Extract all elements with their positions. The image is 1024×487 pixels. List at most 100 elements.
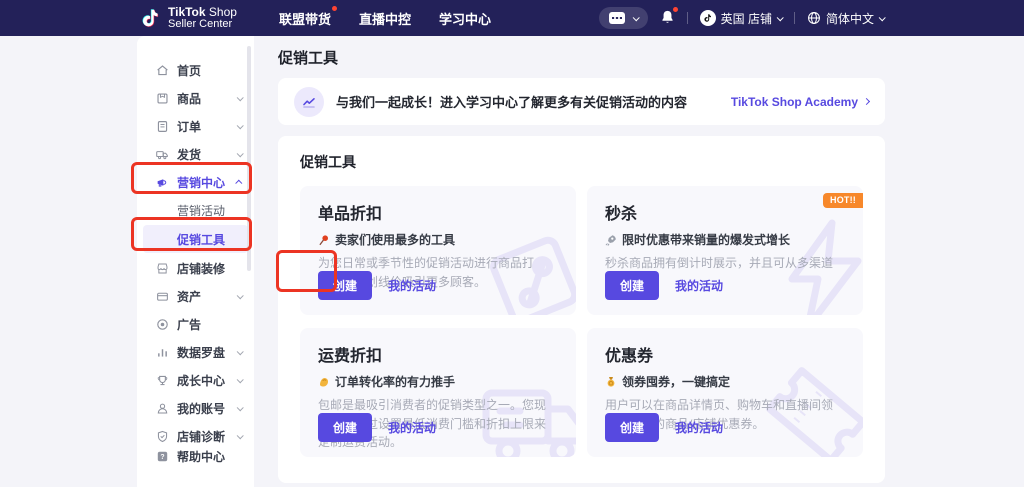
logo-text: TikTok Shop Seller Center	[168, 4, 237, 30]
hot-badge: HOT!!	[823, 193, 863, 208]
account-icon	[155, 401, 169, 415]
product-icon	[155, 91, 169, 105]
card-coupon: 优惠券 领券囤券，一键搞定 用户可以在商品详情页、购物车和直播间领取您创建的商品…	[587, 328, 863, 457]
chevron-down-icon	[878, 13, 886, 21]
sidebar-scrollbar[interactable]	[247, 46, 251, 271]
sidebar-item-analytics[interactable]: 数据罗盘	[137, 338, 254, 366]
shop-name: 英国 店铺	[720, 11, 772, 26]
messages-dropdown[interactable]	[598, 7, 648, 29]
growth-icon	[155, 373, 169, 387]
card-title: 秒杀	[605, 206, 638, 223]
my-activities-link[interactable]: 我的活动	[675, 419, 723, 436]
chart-icon	[155, 345, 169, 359]
divider	[793, 12, 795, 24]
orders-icon	[155, 119, 169, 133]
language-selector[interactable]: 简体中文	[807, 10, 886, 27]
rocket-icon	[605, 234, 616, 246]
card-flash-deal: HOT!! 秒杀 限时优惠带来销量的爆发式增长 秒杀商品拥有倒计时展示，并且可从…	[587, 186, 863, 315]
muscle-icon	[320, 377, 328, 386]
sidebar-item-products[interactable]: 商品	[137, 84, 254, 112]
chevron-down-icon	[632, 13, 640, 21]
ads-icon	[155, 317, 169, 331]
create-button[interactable]: 创建	[318, 413, 373, 442]
card-subtitle: 领券囤券，一键搞定	[605, 373, 845, 390]
my-activities-link[interactable]: 我的活动	[388, 277, 436, 294]
banner-text: 与我们一起成长！进入学习中心了解更多有关促销活动的内容	[336, 95, 688, 110]
divider	[686, 12, 688, 24]
nav-live-console[interactable]: 直播中控	[359, 9, 411, 28]
card-title: 单品折扣	[318, 206, 383, 223]
sidebar-item-ads[interactable]: 广告	[137, 310, 254, 338]
wallet-icon	[155, 289, 169, 303]
card-title: 运费折扣	[318, 348, 383, 365]
chevron-down-icon	[236, 347, 244, 355]
academy-banner: 与我们一起成长！进入学习中心了解更多有关促销活动的内容 TikTok Shop …	[278, 78, 885, 125]
sidebar-item-shop-decoration[interactable]: 店铺装修	[137, 254, 254, 282]
card-title: 优惠券	[605, 348, 654, 365]
card-product-discount: 单品折扣 卖家们使用最多的工具 为您日常或季节性的促销活动进行商品打折，通过划线…	[300, 186, 576, 315]
bell-icon	[662, 10, 673, 23]
notifications-button[interactable]	[660, 6, 678, 28]
header-right: 英国 店铺 简体中文	[598, 0, 886, 36]
chevron-down-icon	[236, 431, 244, 439]
create-button[interactable]: 创建	[318, 271, 373, 300]
nav-affiliate[interactable]: 联盟带货	[279, 5, 337, 28]
sidebar: 首页 商品 订单 发货 营销中心 营销活动 促销工具 店铺装修 资产 广告 数据…	[137, 36, 254, 487]
main-content: 促销工具 与我们一起成长！进入学习中心了解更多有关促销活动的内容 TikTok …	[278, 36, 885, 483]
promotion-tools-section: 促销工具 单品折扣 卖家们使用最多的工具 为您日常或季节性的促销活动进行商品打折…	[278, 136, 885, 483]
pushpin-icon	[319, 234, 328, 245]
chevron-down-icon	[236, 93, 244, 101]
sidebar-item-help-center[interactable]: ? 帮助中心	[137, 442, 254, 470]
megaphone-icon	[155, 175, 169, 189]
notification-dot	[672, 6, 678, 12]
chevron-down-icon	[236, 121, 244, 129]
growth-chart-icon	[294, 86, 324, 117]
shop-selector[interactable]: 英国 店铺	[699, 10, 784, 27]
svg-text:?: ?	[160, 454, 164, 461]
tiktok-note-icon	[142, 9, 159, 27]
shield-icon	[155, 429, 169, 443]
chevron-down-icon	[776, 13, 784, 21]
help-icon: ?	[155, 449, 169, 463]
top-nav: 联盟带货 直播中控 学习中心	[279, 5, 491, 28]
my-activities-link[interactable]: 我的活动	[675, 277, 723, 294]
chat-bubble-icon	[608, 12, 625, 24]
sidebar-subitem-promotion-tools[interactable]: 促销工具	[143, 225, 248, 253]
create-button[interactable]: 创建	[605, 271, 660, 300]
medal-icon	[607, 376, 615, 387]
card-subtitle: 卖家们使用最多的工具	[318, 231, 558, 248]
card-subtitle: 限时优惠带来销量的爆发式增长	[605, 231, 845, 248]
sidebar-item-home[interactable]: 首页	[137, 56, 254, 84]
chevron-up-icon	[235, 179, 243, 187]
academy-link[interactable]: TikTok Shop Academy	[731, 95, 871, 109]
globe-icon	[808, 12, 820, 24]
section-title: 促销工具	[300, 154, 356, 170]
chevron-down-icon	[236, 375, 244, 383]
nav-academy[interactable]: 学习中心	[439, 9, 491, 28]
language-label: 简体中文	[825, 11, 874, 26]
page-title: 促销工具	[278, 50, 339, 67]
home-icon	[155, 63, 169, 77]
sidebar-item-growth-center[interactable]: 成长中心	[137, 366, 254, 394]
tiktok-icon	[699, 10, 716, 26]
sidebar-item-assets[interactable]: 资产	[137, 282, 254, 310]
sidebar-item-shipping[interactable]: 发货	[137, 140, 254, 168]
chevron-down-icon	[236, 149, 244, 157]
sidebar-subitem-marketing-campaigns[interactable]: 营销活动	[137, 196, 254, 224]
chevron-down-icon	[236, 403, 244, 411]
notification-dot	[331, 5, 337, 11]
sidebar-item-marketing-center[interactable]: 营销中心	[137, 168, 254, 196]
top-header: TikTok Shop Seller Center 联盟带货 直播中控 学习中心…	[0, 0, 1024, 36]
create-button[interactable]: 创建	[605, 413, 660, 442]
shipping-icon	[155, 147, 169, 161]
card-subtitle: 订单转化率的有力推手	[318, 373, 558, 390]
tiktok-shop-logo[interactable]: TikTok Shop Seller Center	[140, 6, 237, 30]
sidebar-item-orders[interactable]: 订单	[137, 112, 254, 140]
tool-cards-grid: 单品折扣 卖家们使用最多的工具 为您日常或季节性的促销活动进行商品打折，通过划线…	[300, 186, 863, 457]
my-activities-link[interactable]: 我的活动	[388, 419, 436, 436]
chevron-down-icon	[236, 291, 244, 299]
sidebar-item-my-account[interactable]: 我的账号	[137, 394, 254, 422]
chevron-right-icon	[862, 97, 871, 106]
storefront-icon	[155, 261, 169, 275]
card-shipping-discount: 运费折扣 订单转化率的有力推手 包邮是最吸引消费者的促销类型之一。您现在可以通过…	[300, 328, 576, 457]
